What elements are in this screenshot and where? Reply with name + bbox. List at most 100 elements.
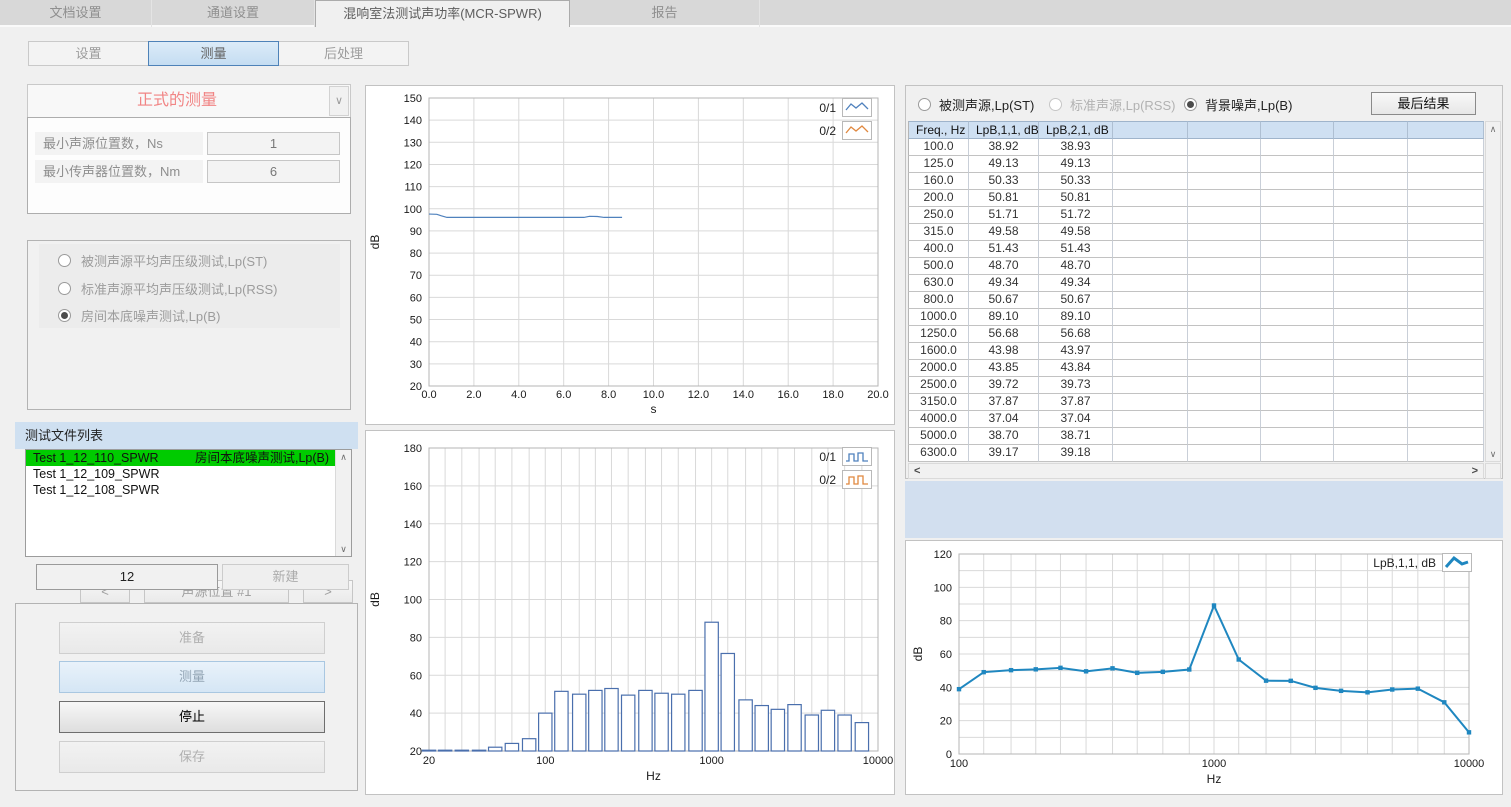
table-cell[interactable]: 48.70 [969,258,1039,275]
table-cell[interactable] [1334,394,1408,411]
table-cell[interactable] [1113,258,1188,275]
chevron-down-icon[interactable]: ∨ [1490,447,1497,461]
chevron-left-icon[interactable]: < [914,464,920,478]
table-cell[interactable] [1334,309,1408,326]
table-cell[interactable] [1188,156,1261,173]
radio-lp-st[interactable]: 被测声源平均声压级测试,Lp(ST) [58,250,267,270]
table-cell[interactable]: 160.0 [908,173,969,190]
table-cell[interactable]: 50.33 [969,173,1039,190]
table-cell[interactable] [1408,360,1484,377]
table-cell[interactable]: 5000.0 [908,428,969,445]
table-cell[interactable]: 49.58 [1039,224,1113,241]
table-cell[interactable] [1188,377,1261,394]
table-cell[interactable] [1188,411,1261,428]
table-cell[interactable]: 500.0 [908,258,969,275]
save-button[interactable]: 保存 [59,741,325,773]
table-cell[interactable] [1188,139,1261,156]
stop-button[interactable]: 停止 [59,701,325,733]
table-cell[interactable] [1113,156,1188,173]
table-cell[interactable]: 51.43 [1039,241,1113,258]
tab-document-settings[interactable]: 文档设置 [0,0,152,27]
table-cell[interactable]: 51.72 [1039,207,1113,224]
table-cell[interactable] [1113,292,1188,309]
table-cell[interactable]: 800.0 [908,292,969,309]
table-cell[interactable]: 100.0 [908,139,969,156]
table-cell[interactable]: 2000.0 [908,360,969,377]
radio-lp-rss[interactable]: 标准声源平均声压级测试,Lp(RSS) [58,278,277,298]
table-cell[interactable] [1261,360,1334,377]
final-result-button[interactable]: 最后结果 [1371,92,1476,115]
table-cell[interactable]: 400.0 [908,241,969,258]
table-cell[interactable] [1261,309,1334,326]
table-cell[interactable] [1188,309,1261,326]
table-cell[interactable] [1261,139,1334,156]
table-cell[interactable] [1408,343,1484,360]
table-cell[interactable] [1334,445,1408,462]
table-cell[interactable] [1261,377,1334,394]
file-list-item[interactable]: Test 1_12_108_SPWR [26,482,351,498]
table-cell[interactable] [1261,428,1334,445]
table-cell[interactable]: 6300.0 [908,445,969,462]
table-cell[interactable]: 38.70 [969,428,1039,445]
table-cell[interactable] [1334,343,1408,360]
table-cell[interactable] [1188,394,1261,411]
table-cell[interactable] [1113,411,1188,428]
table-cell[interactable] [1408,224,1484,241]
table-cell[interactable] [1188,445,1261,462]
table-cell[interactable]: 37.87 [1039,394,1113,411]
table-cell[interactable]: 2500.0 [908,377,969,394]
table-cell[interactable]: 50.67 [969,292,1039,309]
chevron-up-icon[interactable]: ∧ [340,450,347,464]
table-cell[interactable]: 200.0 [908,190,969,207]
table-cell[interactable] [1408,292,1484,309]
table-cell[interactable]: 39.17 [969,445,1039,462]
table-cell[interactable] [1408,309,1484,326]
table-cell[interactable] [1113,309,1188,326]
table-cell[interactable]: 51.71 [969,207,1039,224]
table-cell[interactable] [1188,207,1261,224]
table-cell[interactable] [1188,190,1261,207]
table-cell[interactable] [1408,173,1484,190]
table-cell[interactable] [1188,224,1261,241]
tab-mcr-spwr[interactable]: 混响室法测试声功率(MCR-SPWR) [315,0,570,27]
table-cell[interactable] [1408,445,1484,462]
table-cell[interactable]: 49.34 [969,275,1039,292]
result-table[interactable]: Freq., HzLpB,1,1, dBLpB,2,1, dB100.038.9… [908,121,1484,462]
table-cell[interactable] [1113,173,1188,190]
table-cell[interactable] [1188,241,1261,258]
table-cell[interactable] [1408,394,1484,411]
table-cell[interactable]: 38.71 [1039,428,1113,445]
result-radio-lp-b[interactable]: 背景噪声,Lp(B) [1184,95,1292,114]
table-cell[interactable] [1408,258,1484,275]
table-cell[interactable]: 39.73 [1039,377,1113,394]
table-cell[interactable] [1408,275,1484,292]
table-cell[interactable]: 56.68 [1039,326,1113,343]
table-cell[interactable] [1113,224,1188,241]
chevron-down-icon[interactable]: ∨ [329,86,349,116]
table-cell[interactable] [1334,173,1408,190]
table-cell[interactable] [1113,139,1188,156]
table-cell[interactable]: 89.10 [969,309,1039,326]
table-cell[interactable] [1261,292,1334,309]
subtab-setup[interactable]: 设置 [28,41,149,66]
result-radio-lp-rss[interactable]: 标准声源,Lp(RSS) [1049,95,1175,114]
table-cell[interactable]: 1250.0 [908,326,969,343]
chevron-right-icon[interactable]: > [1472,464,1478,478]
table-cell[interactable] [1113,241,1188,258]
table-cell[interactable] [1408,326,1484,343]
table-cell[interactable]: 37.04 [1039,411,1113,428]
table-cell[interactable]: 39.18 [1039,445,1113,462]
table-horizontal-scrollbar[interactable]: < > [908,463,1484,479]
table-cell[interactable] [1188,275,1261,292]
table-cell[interactable] [1334,156,1408,173]
table-cell[interactable] [1188,343,1261,360]
table-cell[interactable] [1334,241,1408,258]
table-cell[interactable] [1188,292,1261,309]
table-cell[interactable] [1334,207,1408,224]
table-vertical-scrollbar[interactable]: ∧ ∨ [1485,121,1501,462]
table-cell[interactable] [1334,275,1408,292]
table-cell[interactable]: 38.92 [969,139,1039,156]
table-cell[interactable]: 50.81 [969,190,1039,207]
table-cell[interactable] [1113,428,1188,445]
table-cell[interactable]: 43.97 [1039,343,1113,360]
